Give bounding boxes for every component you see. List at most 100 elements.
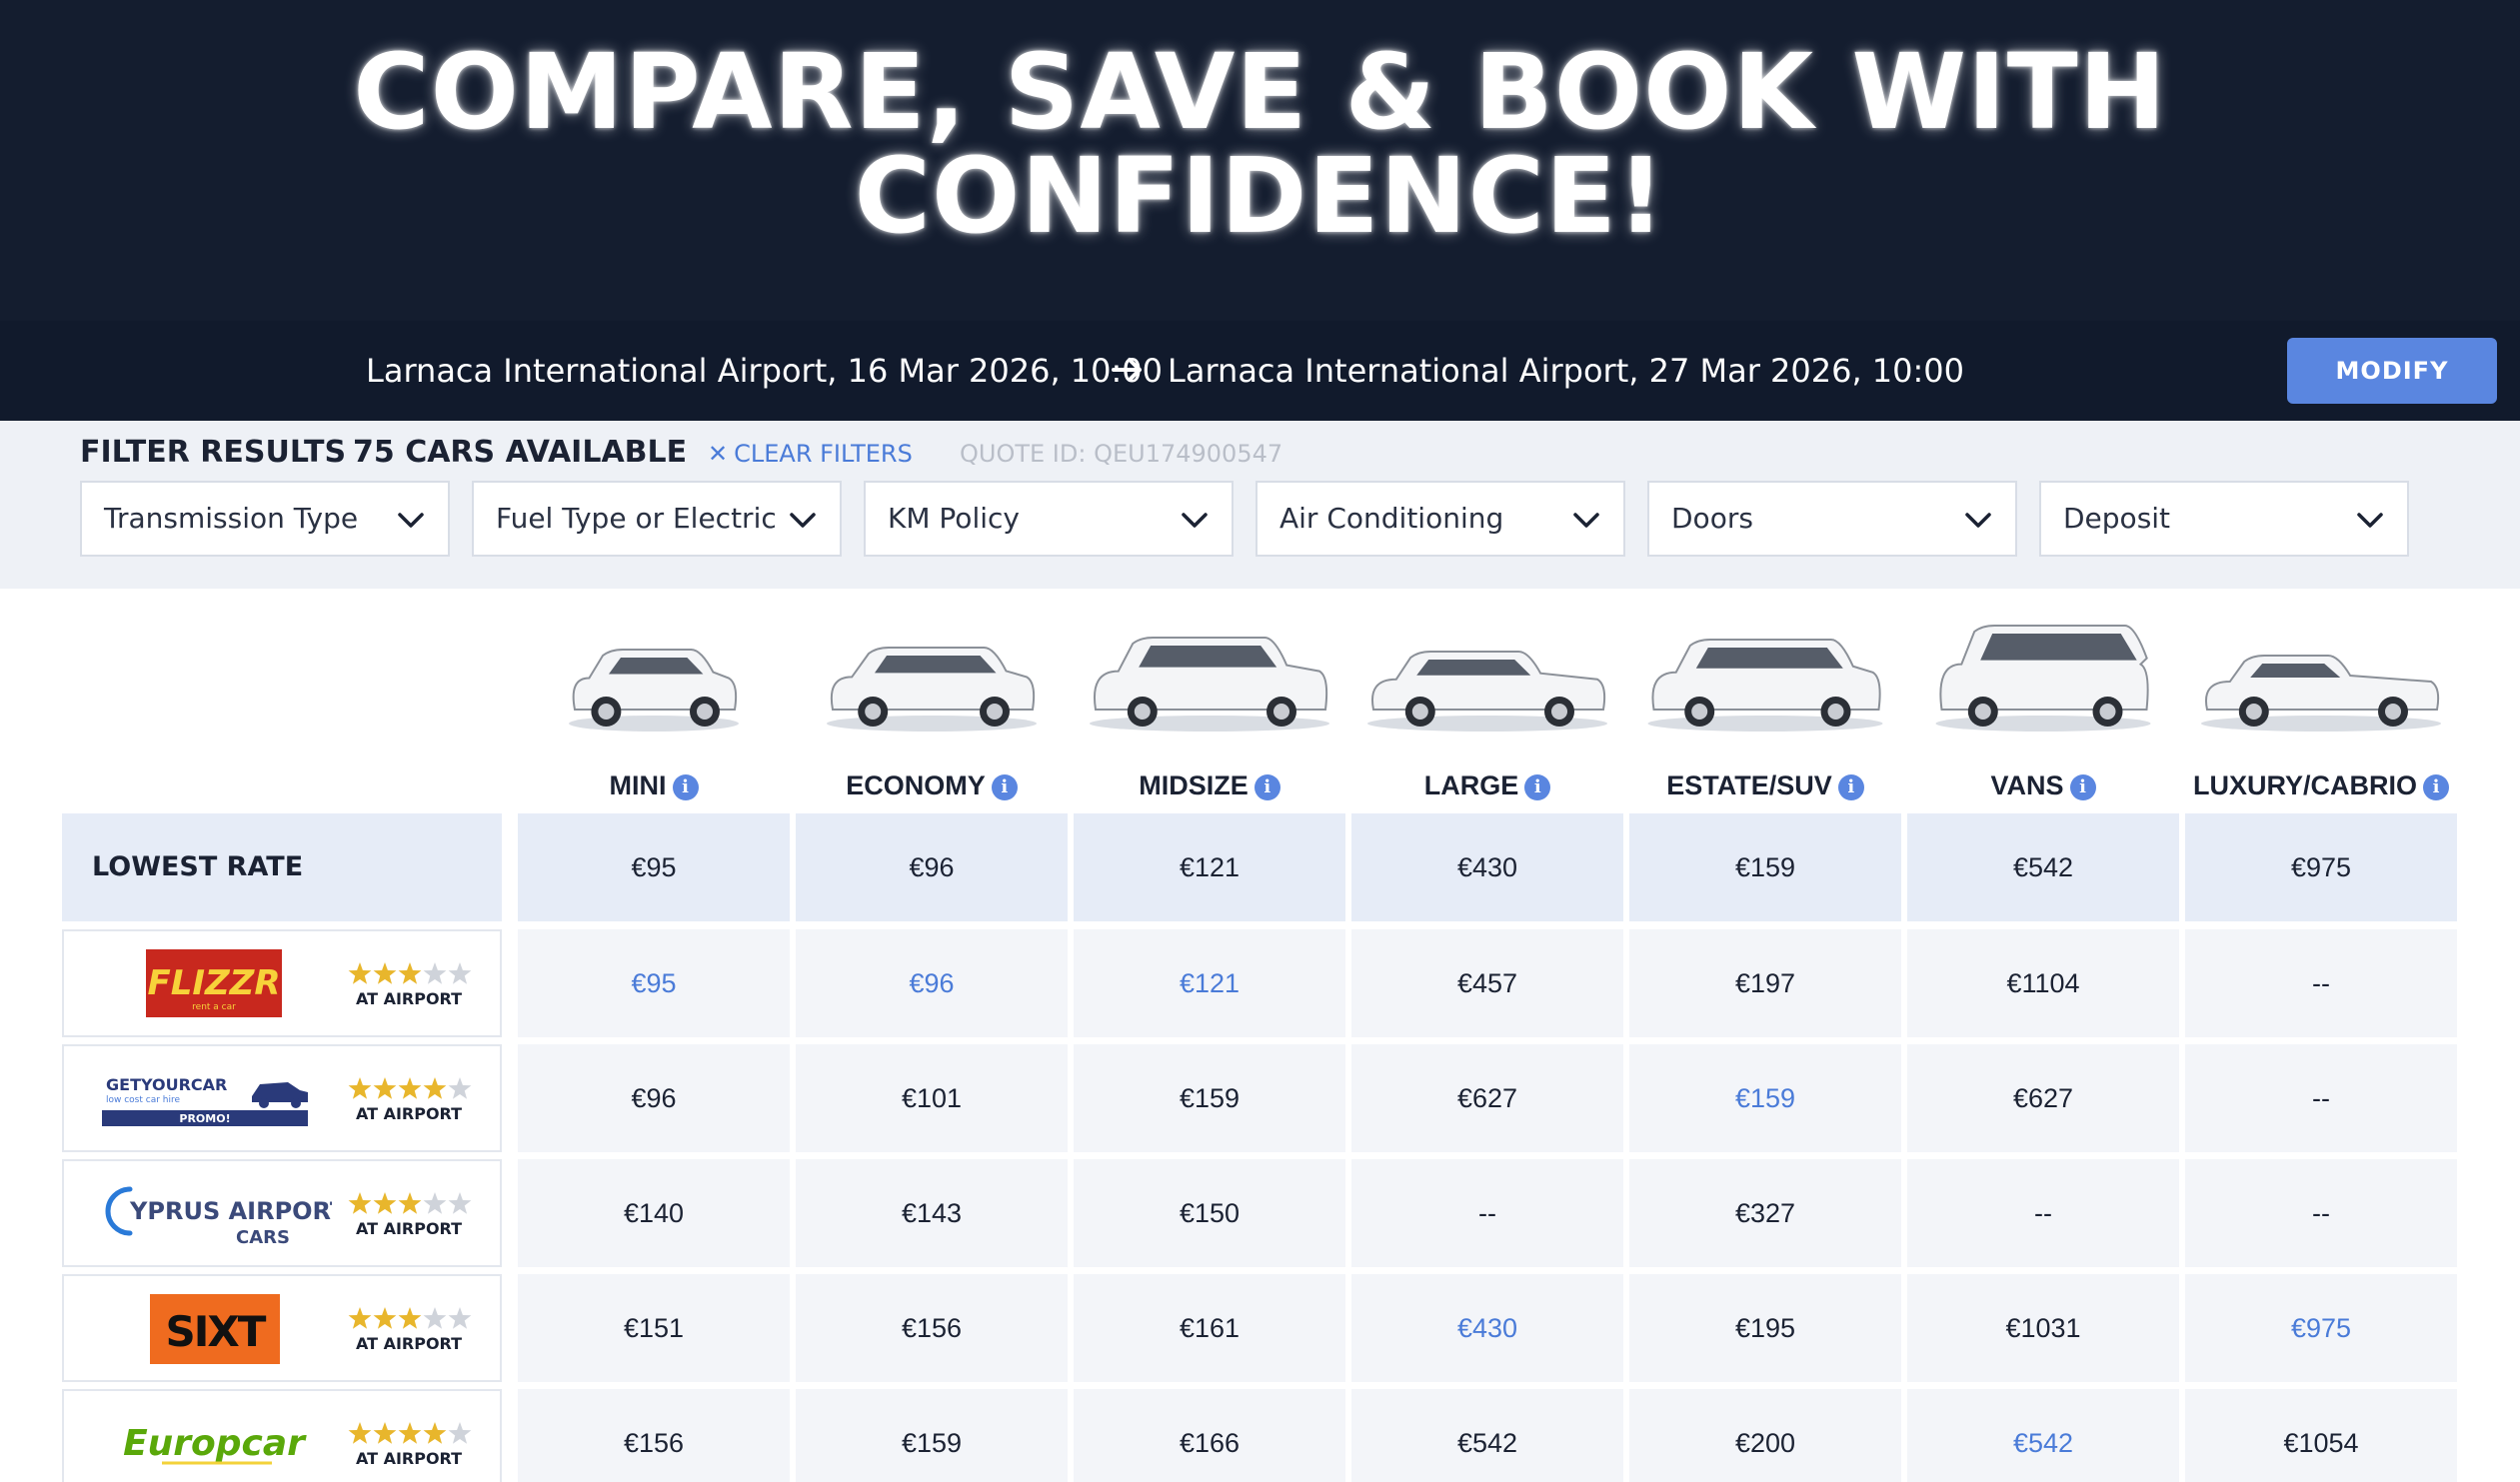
price-cell: -- — [2185, 1044, 2457, 1152]
lowest-rate-cell-economy: €96 — [796, 813, 1068, 921]
chevron-down-icon — [790, 513, 816, 528]
chevron-down-icon — [398, 513, 424, 528]
supplier-sixt[interactable]: SIXT AT AIRPORT — [62, 1274, 502, 1382]
supplier-europcar[interactable]: Europcar AT AIRPORT — [62, 1389, 502, 1482]
price-cell[interactable]: €1031 — [1907, 1274, 2179, 1382]
cars-available-count: 75 CARS AVAILABLE — [353, 435, 688, 470]
supplier-getyourcar[interactable]: GETYOURCAR low cost car hire PROMO! AT AIRP… — [62, 1044, 502, 1152]
modify-button[interactable]: MODIFY — [2287, 338, 2497, 404]
filter-results-title: FILTER RESULTS — [80, 435, 347, 470]
dropdown-label: KM Policy — [888, 502, 1020, 535]
price-cell[interactable]: €159 — [1629, 1044, 1901, 1152]
supplier-logo: Europcar — [123, 1423, 307, 1465]
air-conditioning-dropdown[interactable]: Air Conditioning — [1256, 481, 1625, 557]
svg-text:SIXT: SIXT — [166, 1307, 267, 1356]
category-header-luxury-cabrio: LUXURY/CABRIO i — [2185, 765, 2457, 805]
lowest-rate-cell-large: €430 — [1351, 813, 1623, 921]
km-policy-dropdown[interactable]: KM Policy — [864, 481, 1234, 557]
dropoff-summary: Larnaca International Airport, 27 Mar 20… — [1168, 352, 1965, 390]
price-cell[interactable]: €159 — [1074, 1044, 1345, 1152]
price-cell[interactable]: €95 — [518, 929, 790, 1037]
price-cell[interactable]: €143 — [796, 1159, 1068, 1267]
clear-filters-link[interactable]: ✕ CLEAR FILTERS — [708, 436, 913, 472]
price-cell[interactable]: €430 — [1351, 1274, 1623, 1382]
location-label: AT AIRPORT — [355, 1104, 463, 1123]
price-cell[interactable]: €327 — [1629, 1159, 1901, 1267]
price-cell[interactable]: €166 — [1074, 1389, 1345, 1482]
location-label: AT AIRPORT — [355, 1219, 463, 1238]
price-cell[interactable]: €161 — [1074, 1274, 1345, 1382]
price-cell[interactable]: €150 — [1074, 1159, 1345, 1267]
info-icon[interactable]: i — [672, 774, 699, 800]
price-cell[interactable]: €156 — [518, 1389, 790, 1482]
info-icon[interactable]: i — [1837, 774, 1864, 800]
supplier-flizzr[interactable]: FLIZZR rent a car AT AIRPORT — [62, 929, 502, 1037]
transmission-type-dropdown[interactable]: Transmission Type — [80, 481, 450, 557]
price-cell[interactable]: €96 — [796, 929, 1068, 1037]
svg-text:YPRUS AIRPORT: YPRUS AIRPORT — [129, 1197, 332, 1225]
star-rating-icon — [348, 1077, 472, 1099]
info-icon[interactable]: i — [1254, 774, 1280, 800]
car-image-midsize — [1090, 637, 1329, 732]
price-cell[interactable]: €1054 — [2185, 1389, 2457, 1482]
star-rating-icon — [348, 1307, 472, 1329]
price-cell[interactable]: €197 — [1629, 929, 1901, 1037]
chevron-down-icon — [1965, 513, 1991, 528]
dropdown-label: Air Conditioning — [1279, 502, 1504, 535]
dropdown-label: Fuel Type or Electric — [496, 502, 777, 535]
price-cell[interactable]: €627 — [1351, 1044, 1623, 1152]
price-cell[interactable]: €627 — [1907, 1044, 2179, 1152]
price-cell[interactable]: €151 — [518, 1274, 790, 1382]
page-title-line-1: COMPARE, SAVE & BOOK WITH — [353, 31, 2167, 153]
price-cell[interactable]: €121 — [1074, 929, 1345, 1037]
price-cell[interactable]: €159 — [796, 1389, 1068, 1482]
location-label: AT AIRPORT — [355, 989, 463, 1008]
price-cell: -- — [2185, 1159, 2457, 1267]
price-cell: -- — [1907, 1159, 2179, 1267]
price-cell[interactable]: €1104 — [1907, 929, 2179, 1037]
deposit-dropdown[interactable]: Deposit — [2039, 481, 2409, 557]
lowest-rate-label: LOWEST RATE — [62, 813, 502, 921]
price-cell[interactable]: €195 — [1629, 1274, 1901, 1382]
price-cell[interactable]: €96 — [518, 1044, 790, 1152]
price-cell[interactable]: €542 — [1907, 1389, 2179, 1482]
arrow-right-icon — [1112, 358, 1142, 382]
car-image-mini — [569, 649, 739, 732]
info-icon[interactable]: i — [2069, 774, 2096, 800]
quote-id: QUOTE ID: QEU174900547 — [960, 440, 1283, 468]
chevron-down-icon — [1182, 513, 1208, 528]
car-image-vans — [1935, 625, 2151, 732]
info-icon[interactable]: i — [991, 774, 1018, 800]
hero-banner: COMPARE, SAVE & BOOK WITH CONFIDENCE! La… — [0, 0, 2520, 421]
star-rating-icon — [348, 1422, 472, 1444]
dropdown-label: Deposit — [2063, 502, 2171, 535]
lowest-rate-cell-mini: €95 — [518, 813, 790, 921]
car-image-large — [1367, 651, 1607, 732]
category-header-vans: VANS i — [1907, 765, 2179, 805]
price-cell[interactable]: €101 — [796, 1044, 1068, 1152]
category-label: VANS — [1990, 770, 2064, 800]
price-cell[interactable]: €140 — [518, 1159, 790, 1267]
price-cell[interactable]: €200 — [1629, 1389, 1901, 1482]
price-cell[interactable]: €156 — [796, 1274, 1068, 1382]
fuel-type-dropdown[interactable]: Fuel Type or Electric — [472, 481, 842, 557]
svg-text:FLIZZR: FLIZZR — [147, 963, 280, 1003]
page-title-line-2: CONFIDENCE! — [854, 135, 1666, 257]
price-cell: -- — [2185, 929, 2457, 1037]
supplier-cyprus-airport-cars[interactable]: YPRUS AIRPORT CARS AT AIRPORT — [62, 1159, 502, 1267]
info-icon[interactable]: i — [2423, 774, 2449, 800]
close-icon: ✕ — [708, 440, 729, 468]
price-cell[interactable]: €457 — [1351, 929, 1623, 1037]
lowest-rate-cell-vans: €542 — [1907, 813, 2179, 921]
info-icon[interactable]: i — [1524, 774, 1551, 800]
category-label: MIDSIZE — [1139, 770, 1249, 800]
pickup-summary: Larnaca International Airport, 16 Mar 20… — [366, 352, 1164, 390]
price-cell[interactable]: €975 — [2185, 1274, 2457, 1382]
dropdown-label: Transmission Type — [104, 502, 359, 535]
doors-dropdown[interactable]: Doors — [1647, 481, 2017, 557]
price-cell[interactable]: €542 — [1351, 1389, 1623, 1482]
lowest-rate-cell-estate-suv: €159 — [1629, 813, 1901, 921]
category-header-economy: ECONOMY i — [796, 765, 1068, 805]
svg-text:rent a car: rent a car — [192, 1002, 236, 1012]
chevron-down-icon — [2357, 513, 2383, 528]
